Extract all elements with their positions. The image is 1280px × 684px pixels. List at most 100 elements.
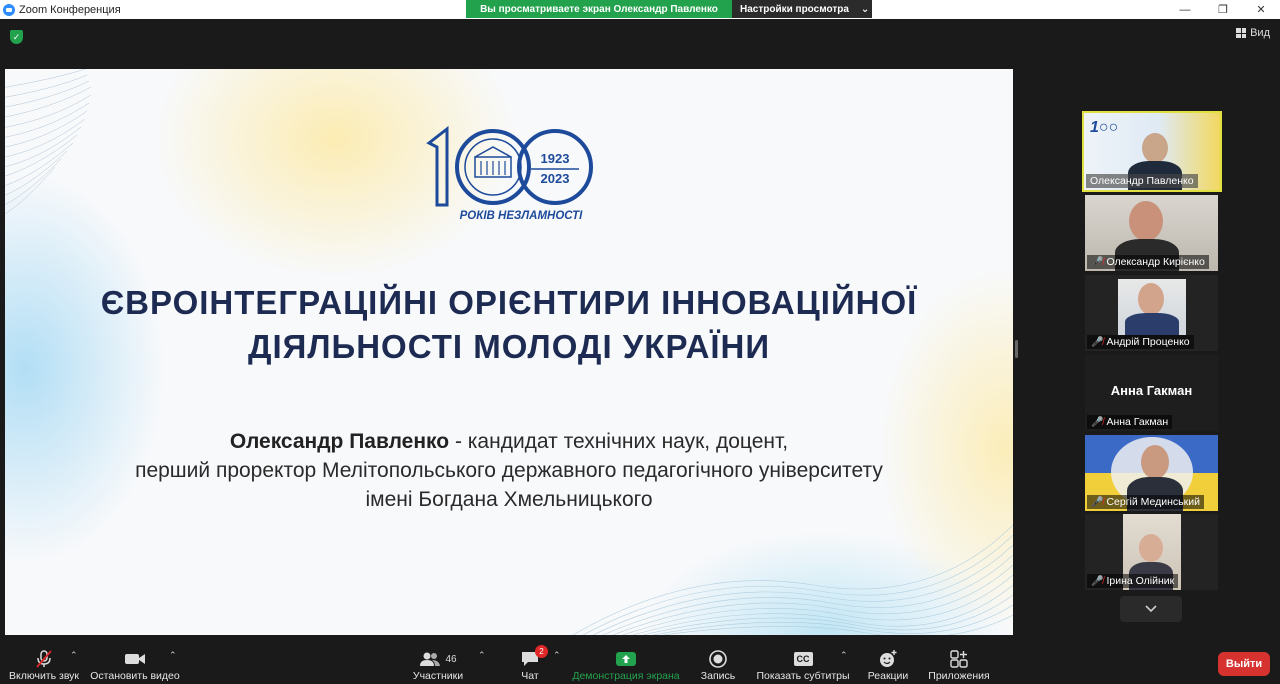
close-button[interactable]: ✕ bbox=[1242, 0, 1280, 19]
viewing-share-notice: Вы просматриваете экран Олександр Павлен… bbox=[466, 0, 732, 18]
avatar bbox=[1138, 283, 1164, 315]
speaker-info: Олександр Павленко - кандидат технічних … bbox=[5, 427, 1013, 514]
share-screen-label: Демонстрация экрана bbox=[572, 670, 680, 682]
participants-button[interactable]: 46 Участники bbox=[408, 640, 468, 684]
record-button[interactable]: Запись bbox=[696, 640, 740, 684]
apps-button[interactable]: Приложения bbox=[924, 640, 994, 684]
closed-captions-icon: CC bbox=[793, 648, 813, 670]
window-title: Zoom Конференция bbox=[19, 3, 121, 16]
avatar bbox=[1139, 534, 1163, 562]
tile-100-logo: 1○○ bbox=[1090, 119, 1119, 136]
shared-screen-slide: 1923 2023 РОКІВ НЕЗЛАМНОСТІ ЄВРОІНТЕГРАЦ… bbox=[5, 69, 1013, 635]
participant-name: Ірина Олійник bbox=[1106, 575, 1175, 587]
captions-label: Показать субтитры bbox=[756, 670, 850, 682]
chat-options-caret[interactable]: ⌃ bbox=[553, 650, 561, 661]
unmute-audio-button[interactable]: Включить звук bbox=[6, 640, 82, 684]
mic-muted-icon: 🎤̸ bbox=[1091, 256, 1104, 268]
slide-title: ЄВРОІНТЕГРАЦІЙНІ ОРІЄНТИРИ ІННОВАЦІЙНОЇ … bbox=[5, 281, 1013, 369]
captions-button[interactable]: CC Показать субтитры bbox=[756, 640, 850, 684]
participant-name-tag: Олександр Павленко bbox=[1086, 174, 1198, 188]
logo-caption: РОКІВ НЕЗЛАМНОСТІ bbox=[460, 210, 584, 222]
apps-icon bbox=[950, 648, 968, 670]
share-banner: Вы просматриваете экран Олександр Павлен… bbox=[466, 0, 872, 18]
captions-icon-text: CC bbox=[793, 652, 813, 666]
chevron-down-icon: ⌄ bbox=[860, 3, 870, 15]
participant-tile[interactable]: 🎤̸ Андрій Проценко bbox=[1085, 275, 1218, 351]
reactions-button[interactable]: Реакции bbox=[864, 640, 912, 684]
window-titlebar: Zoom Конференция Вы просматриваете экран… bbox=[0, 0, 1280, 19]
view-button[interactable]: Вид bbox=[1236, 27, 1270, 39]
slide-title-line-2: ДІЯЛЬНОСТІ МОЛОДІ УКРАЇНИ bbox=[247, 328, 771, 365]
participant-name-tag: 🎤̸ Сергій Мединський bbox=[1087, 495, 1204, 509]
meeting-toolbar: Включить звук ⌃ Остановить видео ⌃ 46 Уч… bbox=[0, 640, 1280, 684]
logo-year-end: 2023 bbox=[541, 171, 570, 186]
chat-icon: 2 bbox=[520, 645, 548, 670]
view-options-label: Настройки просмотра bbox=[740, 3, 849, 15]
participant-tile[interactable]: 🎤̸ Ірина Олійник bbox=[1085, 514, 1218, 590]
apps-label: Приложения bbox=[928, 670, 990, 682]
speaker-line-1: Олександр Павленко - кандидат технічних … bbox=[5, 427, 1013, 456]
audio-options-caret[interactable]: ⌃ bbox=[70, 650, 78, 661]
window-controls: — ❐ ✕ bbox=[1166, 0, 1280, 19]
avatar bbox=[1129, 201, 1163, 241]
avatar-body bbox=[1125, 313, 1179, 335]
participant-name-tag: 🎤̸ Ірина Олійник bbox=[1087, 574, 1179, 588]
leave-meeting-button[interactable]: Выйти bbox=[1218, 652, 1270, 676]
avatar bbox=[1141, 445, 1169, 479]
reactions-label: Реакции bbox=[867, 670, 909, 682]
mic-muted-icon: 🎤̸ bbox=[1091, 575, 1104, 587]
mic-muted-icon bbox=[34, 648, 54, 670]
participants-count: 46 bbox=[445, 653, 457, 665]
participants-icon: 46 bbox=[419, 648, 457, 670]
view-button-label: Вид bbox=[1250, 27, 1270, 39]
chat-unread-badge: 2 bbox=[535, 645, 548, 658]
stop-video-label: Остановить видео bbox=[90, 670, 180, 682]
participant-tile[interactable]: Анна Гакман 🎤̸ Анна Гакман bbox=[1085, 355, 1218, 431]
participant-tile[interactable]: 🎤̸ Сергій Мединський bbox=[1085, 435, 1218, 511]
university-100-years-logo: 1923 2023 РОКІВ НЕЗЛАМНОСТІ bbox=[426, 125, 593, 222]
share-screen-button[interactable]: Демонстрация экрана bbox=[572, 640, 680, 684]
video-options-caret[interactable]: ⌃ bbox=[169, 650, 177, 661]
mic-muted-icon: 🎤̸ bbox=[1091, 416, 1104, 428]
slide-title-line-1: ЄВРОІНТЕГРАЦІЙНІ ОРІЄНТИРИ ІННОВАЦІЙНОЇ bbox=[100, 284, 918, 321]
captions-options-caret[interactable]: ⌃ bbox=[840, 650, 848, 661]
grid-view-icon bbox=[1236, 28, 1247, 38]
speaker-name: Олександр Павленко bbox=[229, 430, 450, 453]
participant-name: Андрій Проценко bbox=[1106, 336, 1190, 348]
security-shield-icon[interactable]: ✓ bbox=[10, 30, 23, 44]
meeting-top-strip: ✓ Вид bbox=[0, 19, 1280, 67]
share-screen-icon bbox=[615, 648, 637, 670]
speaker-line-2: перший проректор Мелітопольського держав… bbox=[135, 459, 883, 482]
panel-resize-handle[interactable] bbox=[1015, 340, 1018, 358]
participant-name: Олександр Кирієнко bbox=[1106, 256, 1205, 268]
participant-name: Сергій Мединський bbox=[1106, 496, 1200, 508]
avatar bbox=[1142, 133, 1168, 163]
participant-name-tag: 🎤̸ Олександр Кирієнко bbox=[1087, 255, 1209, 269]
video-camera-icon bbox=[124, 648, 146, 670]
participant-name: Олександр Павленко bbox=[1090, 175, 1194, 187]
chat-button[interactable]: 2 Чат bbox=[510, 640, 550, 684]
mic-muted-icon: 🎤̸ bbox=[1091, 496, 1104, 508]
zoom-app-icon bbox=[3, 3, 15, 16]
decorative-wave-left bbox=[5, 69, 92, 215]
minimize-button[interactable]: — bbox=[1166, 0, 1204, 19]
speaker-degree: - кандидат технічних наук, доцент, bbox=[449, 430, 789, 453]
view-options-button[interactable]: Настройки просмотра ⌄ bbox=[732, 0, 872, 18]
unmute-audio-label: Включить звук bbox=[8, 670, 80, 682]
speaker-line-3: імені Богдана Хмельницького bbox=[365, 488, 653, 511]
smiley-plus-icon bbox=[878, 648, 898, 670]
participant-display-name: Анна Гакман bbox=[1110, 383, 1193, 398]
restore-button[interactable]: ❐ bbox=[1204, 0, 1242, 19]
gallery-next-page-button[interactable] bbox=[1120, 596, 1182, 622]
participant-name: Анна Гакман bbox=[1106, 416, 1169, 428]
participant-name-tag: 🎤̸ Анна Гакман bbox=[1087, 415, 1173, 429]
participant-tile[interactable]: 🎤̸ Олександр Кирієнко bbox=[1085, 195, 1218, 271]
participant-tile[interactable]: 1○○ Олександр Павленко bbox=[1082, 111, 1222, 192]
mic-muted-icon: 🎤̸ bbox=[1091, 336, 1104, 348]
chat-label: Чат bbox=[521, 670, 539, 682]
participants-options-caret[interactable]: ⌃ bbox=[478, 650, 486, 661]
logo-year-start: 1923 bbox=[541, 151, 570, 166]
stop-video-button[interactable]: Остановить видео bbox=[90, 640, 180, 684]
record-label: Запись bbox=[700, 670, 736, 682]
participants-label: Участники bbox=[412, 670, 464, 682]
